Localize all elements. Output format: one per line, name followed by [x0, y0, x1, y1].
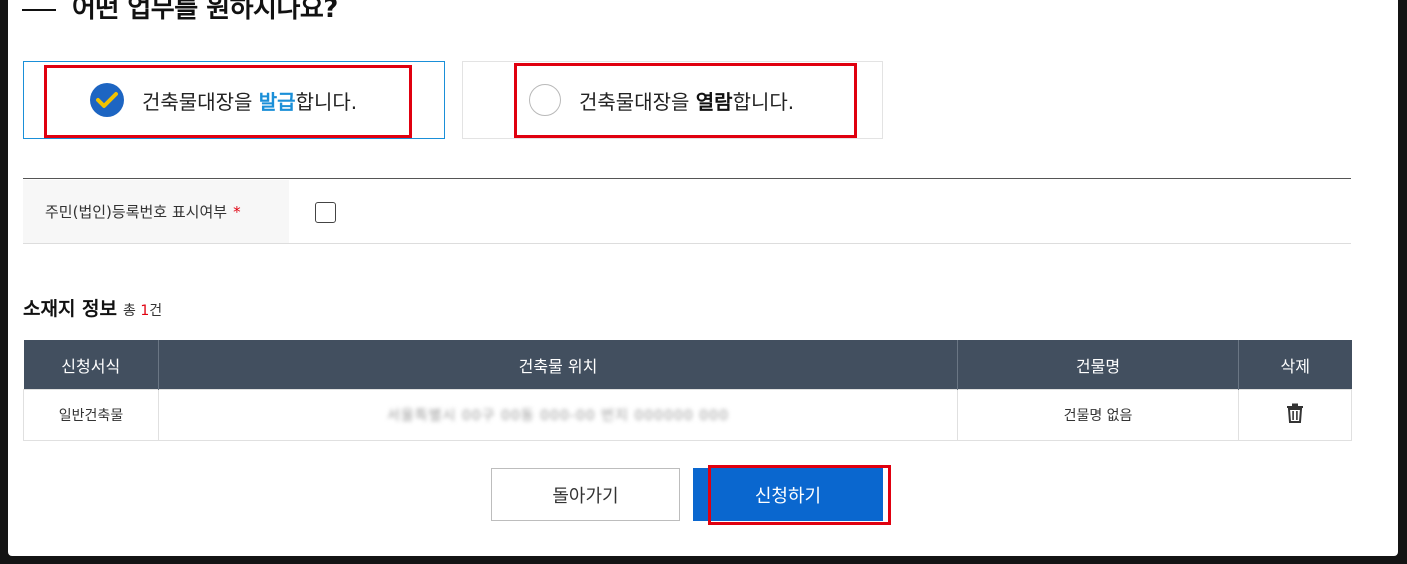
- header-form-type: 신청서식: [23, 340, 159, 390]
- header-delete: 삭제: [1238, 340, 1352, 390]
- cell-form-type: 일반건축물: [23, 389, 159, 441]
- id-display-checkbox[interactable]: [315, 202, 336, 223]
- option-issue[interactable]: 건축물대장을 발급합니다.: [23, 61, 445, 139]
- form-divider-top: [23, 178, 1351, 179]
- page-frame: 어떤 업무를 원하시나요? 건축물대장을 발급합니다. 건축물대장을 열람합니다…: [8, 0, 1398, 556]
- radio-empty-icon: [529, 84, 561, 116]
- back-button[interactable]: 돌아가기: [491, 468, 680, 521]
- id-display-label: 주민(법인)등록번호 표시여부 *: [23, 180, 289, 243]
- header-location: 건축물 위치: [158, 340, 958, 390]
- option-view-label: 건축물대장을 열람합니다.: [579, 89, 795, 114]
- check-circle-icon: [90, 83, 124, 117]
- option-issue-label: 건축물대장을 발급합니다.: [142, 89, 358, 114]
- cell-delete: [1238, 389, 1352, 441]
- form-divider-bottom: [23, 243, 1351, 244]
- total-count: 총 1건: [123, 303, 163, 319]
- option-view[interactable]: 건축물대장을 열람합니다.: [462, 61, 883, 139]
- table-row: 일반건축물 서울특별시 00구 00동 000-00 번지 000000 000…: [23, 389, 1352, 441]
- cell-building-name: 건물명 없음: [957, 389, 1239, 441]
- required-mark: *: [233, 202, 241, 221]
- trash-icon[interactable]: [1286, 403, 1304, 427]
- location-section-title: 소재지 정보 총 1건: [23, 294, 162, 321]
- question-title: 어떤 업무를 원하시나요?: [72, 0, 338, 24]
- question-header: 어떤 업무를 원하시나요?: [22, 0, 338, 34]
- cell-location: 서울특별시 00구 00동 000-00 번지 000000 000: [158, 389, 958, 441]
- table-header-row: 신청서식 건축물 위치 건물명 삭제: [23, 340, 1352, 390]
- id-display-label-text: 주민(법인)등록번호 표시여부: [45, 203, 228, 221]
- title-dash: [22, 9, 56, 11]
- apply-button[interactable]: 신청하기: [693, 468, 883, 521]
- section-title: 소재지 정보: [23, 298, 118, 320]
- location-table: 신청서식 건축물 위치 건물명 삭제 일반건축물 서울특별시 00구 00동 0…: [23, 340, 1352, 441]
- header-building-name: 건물명: [957, 340, 1239, 390]
- blurred-address: 서울특별시 00구 00동 000-00 번지 000000 000: [386, 408, 729, 424]
